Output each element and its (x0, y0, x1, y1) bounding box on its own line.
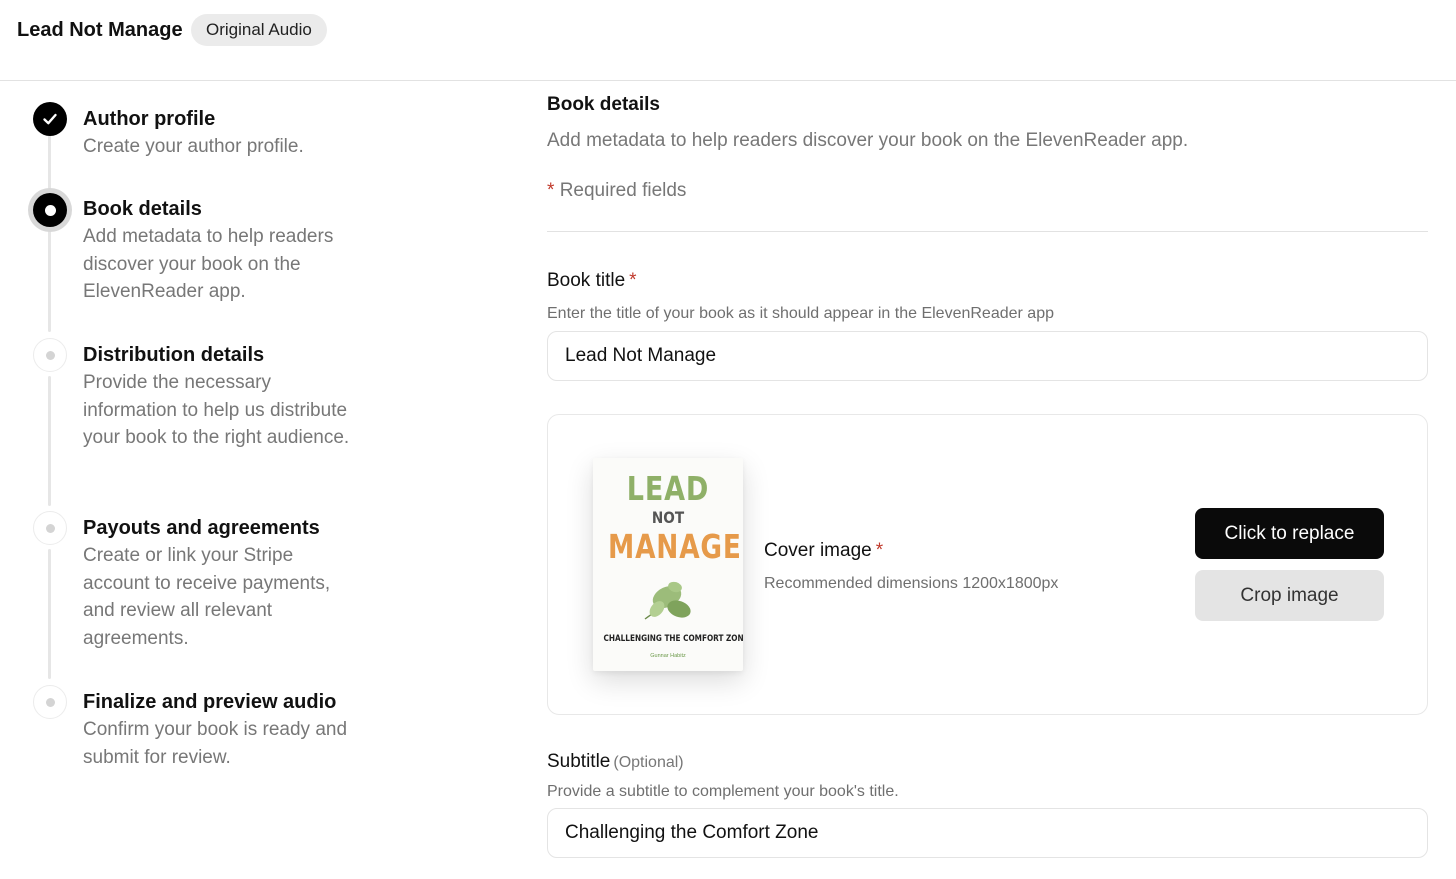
stepper-rail (48, 132, 51, 332)
step-title: Payouts and agreements (83, 517, 320, 539)
cover-title-line: NOT (651, 508, 685, 527)
step-pending-dot-icon (33, 685, 67, 719)
section-description: Add metadata to help readers discover yo… (547, 130, 1189, 151)
step-description: Add metadata to help readers discover yo… (83, 226, 334, 302)
step-pending-dot-icon (33, 511, 67, 545)
optional-tag: (Optional) (613, 754, 684, 771)
cover-image-label-text: Cover image (764, 540, 872, 561)
step-title: Book details (83, 198, 202, 220)
original-audio-badge: Original Audio (191, 14, 327, 46)
required-star: * (875, 540, 884, 561)
step-description: Create your author profile. (83, 136, 304, 157)
top-bar: Lead Not Manage Original Audio (0, 0, 1456, 81)
stepper-rail (48, 376, 51, 506)
cover-image-card: LEAD NOT MANAGE CHALLENGING THE COMFORT … (547, 414, 1428, 715)
cover-subtitle: CHALLENGING THE COMFORT ZONE (603, 634, 744, 644)
replace-cover-button[interactable]: Click to replace (1195, 508, 1384, 559)
cover-image-help: Recommended dimensions 1200x1800px (764, 575, 1059, 592)
section-divider (547, 231, 1428, 232)
cover-title-line: MANAGE (608, 527, 742, 566)
step-payouts-and-agreements[interactable]: Payouts and agreements Create or link yo… (83, 515, 353, 652)
book-title-label: Book title * (547, 268, 637, 294)
step-author-profile[interactable]: Author profile Create your author profil… (83, 106, 353, 161)
cover-title-line: LEAD (626, 469, 710, 508)
step-complete-check-icon (33, 102, 67, 136)
required-fields-text: Required fields (559, 180, 687, 201)
project-title: Lead Not Manage (17, 19, 183, 41)
book-title-input[interactable] (547, 331, 1428, 381)
subtitle-input[interactable] (547, 808, 1428, 858)
crop-image-button[interactable]: Crop image (1195, 570, 1384, 621)
cover-author: Gunnar Habitz (650, 653, 686, 659)
book-title-label-text: Book title (547, 270, 626, 291)
required-fields-note: * Required fields (547, 178, 686, 204)
cover-image-label: Cover image * (764, 538, 883, 564)
step-pending-dot-icon (33, 338, 67, 372)
leaf-icon (644, 581, 691, 620)
step-distribution-details[interactable]: Distribution details Provide the necessa… (83, 342, 353, 452)
stepper-rail (48, 549, 51, 679)
book-details-form: Book details Add metadata to help reader… (547, 81, 1428, 879)
required-star: * (629, 270, 637, 291)
cover-image-thumbnail: LEAD NOT MANAGE CHALLENGING THE COMFORT … (593, 458, 743, 671)
section-title: Book details (547, 94, 660, 115)
step-title: Distribution details (83, 344, 265, 366)
step-book-details[interactable]: Book details Add metadata to help reader… (83, 196, 353, 306)
step-description: Create or link your Stripe account to re… (83, 545, 331, 649)
subtitle-help: Provide a subtitle to complement your bo… (547, 783, 899, 800)
step-description: Confirm your book is ready and submit fo… (83, 719, 348, 768)
step-description: Provide the necessary information to hel… (83, 372, 350, 448)
book-title-help: Enter the title of your book as it shoul… (547, 305, 1054, 322)
step-current-indicator-icon (28, 188, 72, 232)
progress-stepper: Author profile Create your author profil… (0, 81, 520, 879)
step-title: Author profile (83, 108, 216, 130)
step-title: Finalize and preview audio (83, 691, 337, 713)
subtitle-label: Subtitle (Optional) (547, 749, 684, 776)
required-star: * (547, 180, 555, 201)
subtitle-label-text: Subtitle (547, 751, 611, 772)
step-finalize-and-preview[interactable]: Finalize and preview audio Confirm your … (83, 689, 353, 771)
